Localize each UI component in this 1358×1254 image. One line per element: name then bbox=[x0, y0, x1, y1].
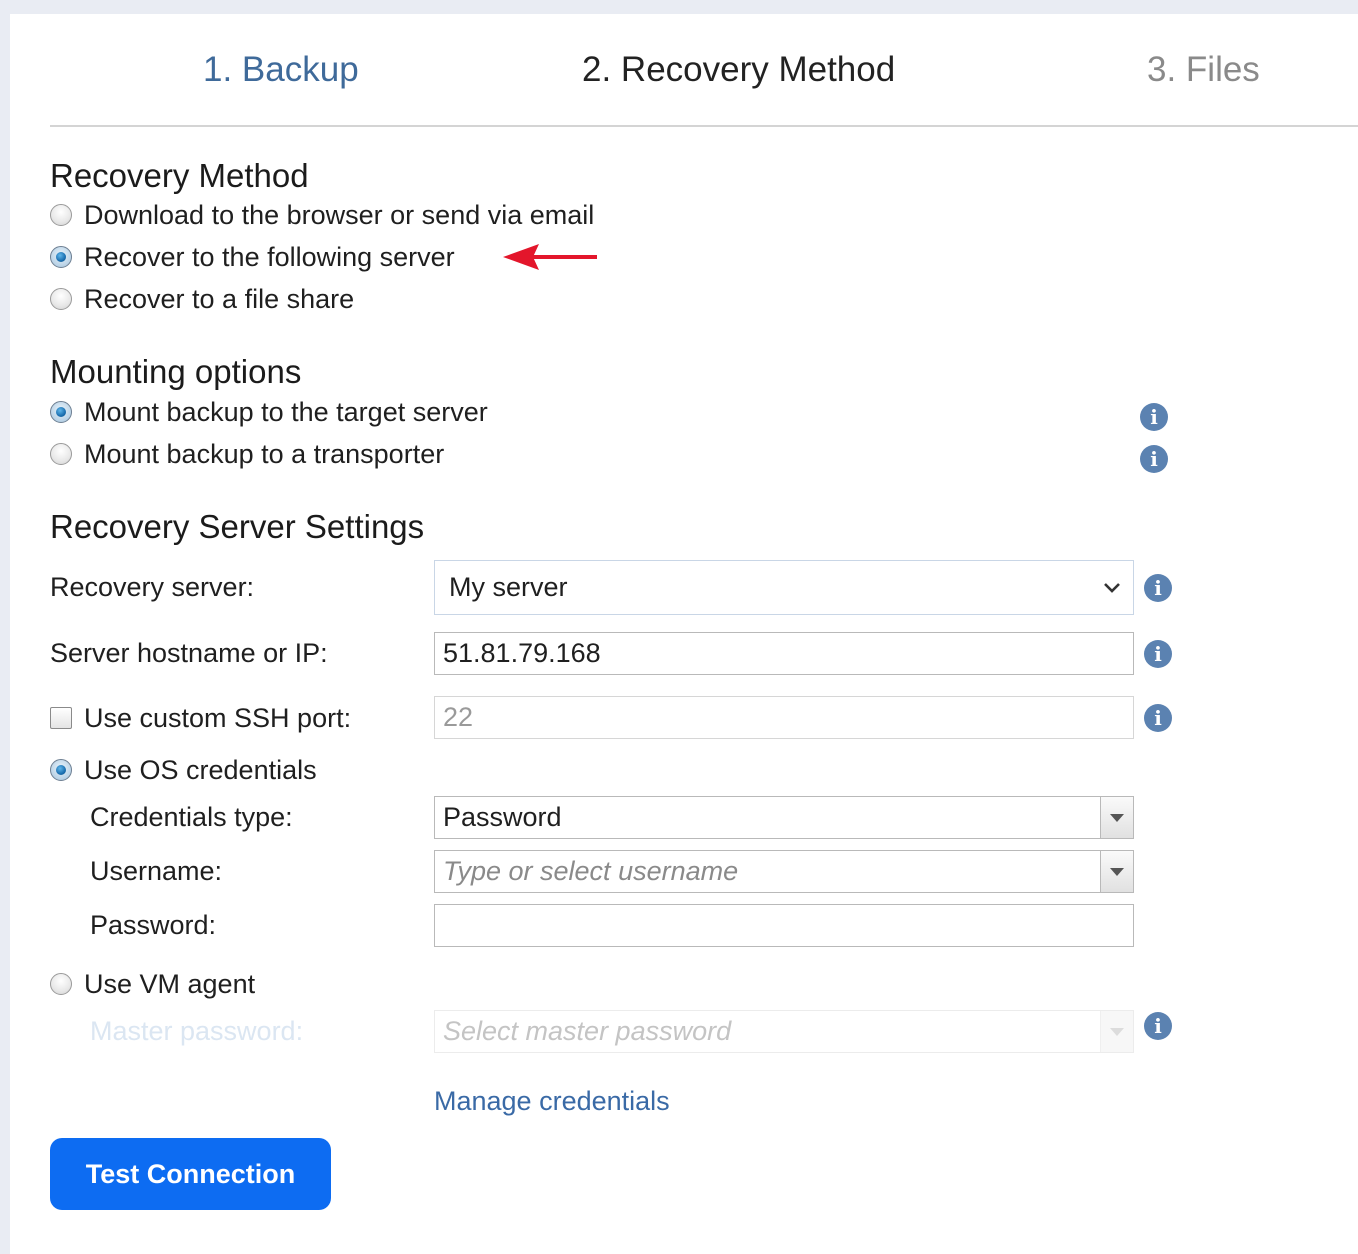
info-icon[interactable]: i bbox=[1140, 445, 1168, 473]
chevron-down-icon bbox=[1110, 1027, 1124, 1036]
chevron-down-icon bbox=[1104, 583, 1120, 593]
master-password-placeholder: Select master password bbox=[443, 1016, 732, 1046]
test-connection-button[interactable]: Test Connection bbox=[50, 1138, 331, 1210]
credentials-type-value: Password bbox=[443, 802, 562, 832]
radio-label: Mount backup to a transporter bbox=[84, 438, 445, 469]
hostname-input[interactable]: 51.81.79.168 bbox=[434, 632, 1134, 675]
dropdown-button[interactable] bbox=[1100, 851, 1133, 892]
master-password-label: Master password: bbox=[90, 1016, 304, 1046]
password-label: Password: bbox=[90, 910, 217, 940]
hostname-label: Server hostname or IP: bbox=[50, 638, 328, 668]
radio-button[interactable] bbox=[50, 246, 72, 268]
wizard-divider bbox=[50, 125, 1358, 127]
recovery-server-settings-title: Recovery Server Settings bbox=[50, 508, 425, 545]
username-placeholder: Type or select username bbox=[443, 856, 739, 886]
master-password-select: Select master password bbox=[434, 1010, 1134, 1053]
hostname-value: 51.81.79.168 bbox=[443, 638, 601, 668]
recovery-server-value: My server bbox=[449, 572, 568, 602]
credentials-type-select[interactable]: Password bbox=[434, 796, 1134, 839]
radio-mount-target-server[interactable]: Mount backup to the target server bbox=[50, 396, 488, 428]
info-icon[interactable]: i bbox=[1144, 574, 1172, 602]
radio-button[interactable] bbox=[50, 759, 72, 781]
chevron-down-icon bbox=[1110, 867, 1124, 876]
custom-ssh-port-label: Use custom SSH port: bbox=[84, 702, 352, 733]
ssh-port-input[interactable]: 22 bbox=[434, 696, 1134, 739]
red-arrow-icon bbox=[503, 244, 597, 270]
dropdown-button[interactable] bbox=[1100, 797, 1133, 838]
password-input[interactable] bbox=[434, 904, 1134, 947]
recovery-server-label: Recovery server: bbox=[50, 572, 255, 602]
radio-button[interactable] bbox=[50, 401, 72, 423]
info-icon[interactable]: i bbox=[1144, 704, 1172, 732]
radio-button[interactable] bbox=[50, 288, 72, 310]
radio-button[interactable] bbox=[50, 443, 72, 465]
info-icon[interactable]: i bbox=[1144, 640, 1172, 668]
radio-mount-transporter[interactable]: Mount backup to a transporter bbox=[50, 438, 444, 470]
recovery-method-title: Recovery Method bbox=[50, 157, 309, 194]
recovery-server-select[interactable]: My server bbox=[434, 560, 1134, 615]
radio-label: Download to the browser or send via emai… bbox=[84, 199, 595, 230]
username-combobox[interactable]: Type or select username bbox=[434, 850, 1134, 893]
step-backup[interactable]: 1. Backup bbox=[203, 48, 359, 92]
chevron-down-icon bbox=[1110, 813, 1124, 822]
radio-button[interactable] bbox=[50, 204, 72, 226]
manage-credentials-link[interactable]: Manage credentials bbox=[434, 1084, 670, 1118]
radio-download-browser-email[interactable]: Download to the browser or send via emai… bbox=[50, 199, 594, 231]
radio-recover-to-file-share[interactable]: Recover to a file share bbox=[50, 283, 354, 315]
info-icon[interactable]: i bbox=[1144, 1012, 1172, 1040]
username-label: Username: bbox=[90, 856, 223, 886]
ssh-port-value: 22 bbox=[443, 702, 474, 732]
radio-label: Use OS credentials bbox=[84, 754, 317, 785]
radio-label: Recover to the following server bbox=[84, 241, 455, 272]
radio-button[interactable] bbox=[50, 973, 72, 995]
radio-use-os-credentials[interactable]: Use OS credentials bbox=[50, 754, 317, 786]
step-recovery-method[interactable]: 2. Recovery Method bbox=[582, 48, 895, 92]
step-files[interactable]: 3. Files bbox=[1147, 48, 1260, 92]
dropdown-button bbox=[1100, 1011, 1133, 1052]
mounting-options-title: Mounting options bbox=[50, 353, 302, 390]
radio-label: Mount backup to the target server bbox=[84, 396, 488, 427]
radio-label: Recover to a file share bbox=[84, 283, 355, 314]
radio-label: Use VM agent bbox=[84, 968, 256, 999]
custom-ssh-port-checkbox[interactable] bbox=[50, 707, 72, 729]
radio-use-vm-agent[interactable]: Use VM agent bbox=[50, 968, 255, 1000]
info-icon[interactable]: i bbox=[1140, 403, 1168, 431]
credentials-type-label: Credentials type: bbox=[90, 802, 293, 832]
custom-ssh-port-option[interactable]: Use custom SSH port: bbox=[50, 702, 351, 734]
radio-recover-to-server[interactable]: Recover to the following server bbox=[50, 241, 455, 273]
